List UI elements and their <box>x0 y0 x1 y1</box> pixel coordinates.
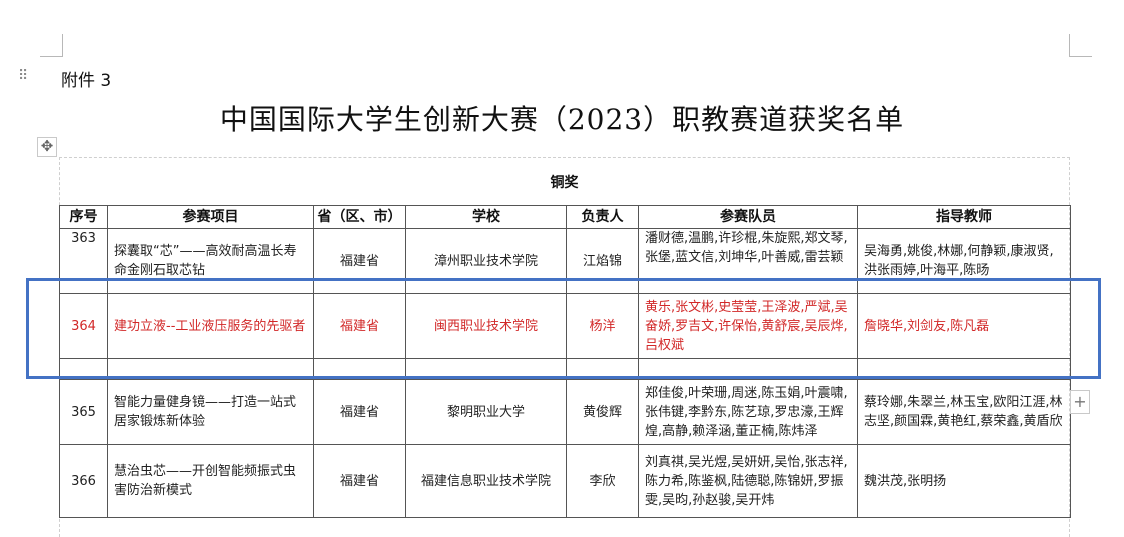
header-index: 序号 <box>59 205 108 229</box>
row-project: 智能力量健身镜——打造一站式居家锻炼新体验 <box>107 379 314 445</box>
empty-cell <box>857 358 1071 380</box>
row-members: 潘财德,温鹏,许珍棍,朱旋熙,郑文琴,张堡,蓝文信,刘坤华,叶善威,雷芸颖 <box>638 228 858 294</box>
document-title: 中国国际大学生创新大赛（2023）职教赛道获奖名单 <box>219 103 905 136</box>
page-corner-mark-top-left <box>40 34 63 57</box>
header-advisors: 指导教师 <box>857 205 1071 229</box>
row-school: 黎明职业大学 <box>405 379 567 445</box>
row-leader: 黄俊辉 <box>566 379 639 445</box>
empty-cell <box>107 358 314 380</box>
table-header-row: 序号 参赛项目 省（区、市） 学校 负责人 参赛队员 指导教师 <box>59 205 1071 229</box>
row-advisors: 吴海勇,姚俊,林娜,何静颖,康淑贤,洪张雨婷,叶海平,陈旸 <box>857 228 1071 294</box>
attachment-label: 附件 3 <box>61 71 112 91</box>
row-project: 建功立液--工业液压服务的先驱者 <box>107 293 314 359</box>
row-members: 郑佳俊,叶荣珊,周迷,陈玉娟,叶震啸,张伟键,李黔东,陈艺琼,罗忠濠,王辉煌,高… <box>638 379 858 445</box>
drag-handle-icon[interactable]: ⠿ <box>18 69 28 83</box>
row-school: 福建信息职业技术学院 <box>405 444 567 518</box>
add-row-button[interactable]: + <box>1070 390 1090 414</box>
row-school: 漳州职业技术学院 <box>405 228 567 294</box>
header-leader: 负责人 <box>566 205 639 229</box>
empty-cell <box>638 358 858 380</box>
row-leader: 杨洋 <box>566 293 639 359</box>
empty-cell <box>313 358 406 380</box>
table-move-icon[interactable]: ✥ <box>37 137 57 157</box>
page-corner-mark-top-right <box>1069 34 1092 57</box>
row-school: 闽西职业技术学院 <box>405 293 567 359</box>
table-row-highlighted: 364 建功立液--工业液压服务的先驱者 福建省 闽西职业技术学院 杨洋 黄乐,… <box>59 293 1071 359</box>
table-row-empty <box>59 358 1071 380</box>
header-members: 参赛队员 <box>638 205 858 229</box>
row-advisors: 蔡玲娜,朱翠兰,林玉宝,欧阳江涯,林志坚,颜国霖,黄艳红,蔡荣鑫,黄盾欣 <box>857 379 1071 445</box>
row-advisors: 魏洪茂,张明扬 <box>857 444 1071 518</box>
row-members: 刘真祺,吴光煜,吴妍妍,吴怡,张志祥,陈力希,陈鉴枫,陆德聪,陈锦妍,罗振雯,吴… <box>638 444 858 518</box>
table-row: 363 探囊取“芯”——高效耐高温长寿命金刚石取芯钻 福建省 漳州职业技术学院 … <box>59 228 1071 294</box>
header-province: 省（区、市） <box>313 205 406 229</box>
awards-table: 序号 参赛项目 省（区、市） 学校 负责人 参赛队员 指导教师 363 探囊取“… <box>59 205 1071 518</box>
table-row: 366 慧治虫芯——开创智能频振式虫害防治新模式 福建省 福建信息职业技术学院 … <box>59 444 1071 518</box>
row-index: 363 <box>59 228 108 294</box>
row-province: 福建省 <box>313 293 406 359</box>
empty-cell <box>59 358 108 380</box>
header-school: 学校 <box>405 205 567 229</box>
empty-cell <box>405 358 567 380</box>
row-leader: 李欣 <box>566 444 639 518</box>
row-project: 探囊取“芯”——高效耐高温长寿命金刚石取芯钻 <box>107 228 314 294</box>
header-project: 参赛项目 <box>107 205 314 229</box>
row-leader: 江焰锦 <box>566 228 639 294</box>
row-project: 慧治虫芯——开创智能频振式虫害防治新模式 <box>107 444 314 518</box>
table-row: 365 智能力量健身镜——打造一站式居家锻炼新体验 福建省 黎明职业大学 黄俊辉… <box>59 379 1071 445</box>
row-advisors: 詹晓华,刘剑友,陈凡磊 <box>857 293 1071 359</box>
row-index: 365 <box>59 379 108 445</box>
row-index: 364 <box>59 293 108 359</box>
award-level-heading: 铜奖 <box>550 175 579 191</box>
row-province: 福建省 <box>313 444 406 518</box>
row-members: 黄乐,张文彬,史莹莹,王泽波,严斌,吴奋娇,罗吉文,许保怡,黄舒宸,吴辰烨,吕权… <box>638 293 858 359</box>
empty-cell <box>566 358 639 380</box>
row-index: 366 <box>59 444 108 518</box>
row-province: 福建省 <box>313 228 406 294</box>
row-province: 福建省 <box>313 379 406 445</box>
